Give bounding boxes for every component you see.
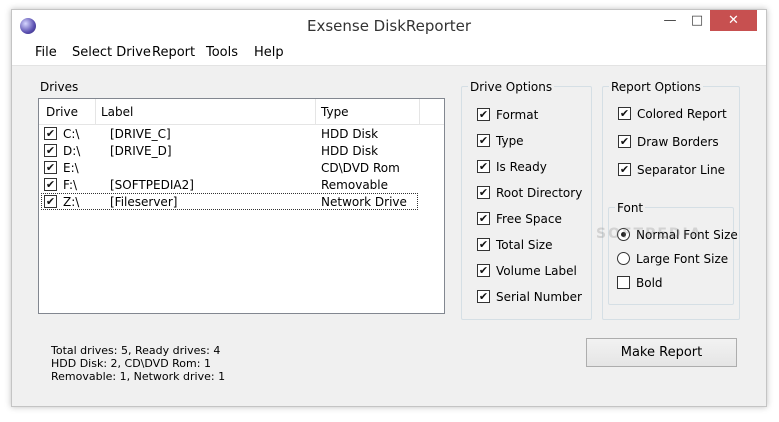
- column-header-type[interactable]: Type: [321, 105, 349, 119]
- checkbox[interactable]: ✔: [477, 212, 490, 225]
- option-label: Type: [496, 134, 524, 148]
- status-disk-counts: HDD Disk: 2, CD\DVD Rom: 1: [51, 357, 211, 370]
- option-label: Serial Number: [496, 290, 582, 304]
- checkbox[interactable]: ✔: [618, 135, 631, 148]
- radio-button[interactable]: [617, 252, 630, 265]
- checkbox[interactable]: ✔: [477, 238, 490, 251]
- option-label: Colored Report: [637, 107, 727, 121]
- status-total-drives: Total drives: 5, Ready drives: 4: [51, 344, 221, 357]
- font-group: Font Normal Font Size Large Font Size Bo…: [608, 201, 738, 305]
- drive-type: Removable: [321, 178, 389, 192]
- drive-type: HDD Disk: [321, 127, 379, 141]
- drive-row-e[interactable]: ✔ E:\ CD\DVD Rom: [39, 159, 444, 176]
- drive-type: CD\DVD Rom: [321, 161, 400, 175]
- drive-letter: E:\: [63, 161, 79, 175]
- title-bar[interactable]: Exsense DiskReporter — □ ✕: [12, 10, 766, 41]
- drive-options-group: Drive Options ✔ Format ✔ Type ✔ Is Ready…: [461, 80, 592, 320]
- drive-checkbox[interactable]: ✔: [44, 144, 57, 157]
- drive-label: [SOFTPEDIA2]: [110, 178, 194, 192]
- font-group-title: Font: [615, 201, 646, 215]
- menu-select-drive[interactable]: Select Drive: [72, 45, 151, 60]
- drive-label: [DRIVE_C]: [110, 127, 171, 141]
- drive-checkbox[interactable]: ✔: [44, 195, 57, 208]
- menu-report[interactable]: Report: [152, 45, 195, 60]
- option-label: Format: [496, 108, 539, 122]
- checkbox[interactable]: ✔: [477, 108, 490, 121]
- menu-file[interactable]: File: [35, 45, 57, 60]
- drive-type: HDD Disk: [321, 144, 379, 158]
- drive-checkbox[interactable]: ✔: [44, 178, 57, 191]
- option-label: Is Ready: [496, 160, 547, 174]
- option-label: Draw Borders: [637, 135, 719, 149]
- drive-letter: F:\: [63, 178, 78, 192]
- menu-tools[interactable]: Tools: [206, 45, 238, 60]
- drive-label: [DRIVE_D]: [110, 144, 172, 158]
- column-header-drive[interactable]: Drive: [46, 105, 78, 119]
- drives-group-title: Drives: [38, 80, 81, 94]
- drive-letter: D:\: [63, 144, 81, 158]
- option-label: Bold: [636, 276, 663, 290]
- menu-help[interactable]: Help: [254, 45, 284, 60]
- drives-list[interactable]: Drive Label Type ✔ C:\ [DRIVE_C] HDD Dis…: [38, 98, 445, 314]
- checkbox[interactable]: ✔: [618, 107, 631, 120]
- checkbox[interactable]: ✔: [477, 160, 490, 173]
- make-report-button[interactable]: Make Report: [586, 338, 737, 367]
- drive-letter: Z:\: [63, 195, 80, 209]
- minimize-button[interactable]: —: [656, 10, 684, 31]
- column-header-label[interactable]: Label: [101, 105, 133, 119]
- drive-row-d[interactable]: ✔ D:\ [DRIVE_D] HDD Disk: [39, 142, 444, 159]
- option-label: Large Font Size: [636, 252, 729, 266]
- option-label: Free Space: [496, 212, 562, 226]
- checkbox[interactable]: [617, 276, 630, 289]
- report-options-group: Report Options ✔ Colored Report ✔ Draw B…: [602, 80, 740, 320]
- column-separator[interactable]: [315, 99, 316, 124]
- option-label: Separator Line: [637, 163, 726, 177]
- close-button[interactable]: ✕: [710, 10, 757, 31]
- drive-type: Network Drive: [321, 195, 407, 209]
- drive-checkbox[interactable]: ✔: [44, 127, 57, 140]
- window-title: Exsense DiskReporter: [306, 17, 472, 35]
- option-label: Root Directory: [496, 186, 583, 200]
- checkbox[interactable]: ✔: [477, 134, 490, 147]
- checkbox[interactable]: ✔: [477, 264, 490, 277]
- menu-bar: File Select Drive Report Tools Help: [12, 41, 766, 66]
- drive-options-title: Drive Options: [468, 80, 555, 94]
- maximize-button[interactable]: □: [684, 10, 710, 31]
- drive-row-c[interactable]: ✔ C:\ [DRIVE_C] HDD Disk: [39, 125, 444, 142]
- checkbox[interactable]: ✔: [477, 186, 490, 199]
- drive-label: [Fileserver]: [110, 195, 178, 209]
- report-options-title: Report Options: [609, 80, 703, 94]
- drive-row-z[interactable]: ✔ Z:\ [Fileserver] Network Drive: [41, 193, 418, 210]
- status-removable-network: Removable: 1, Network drive: 1: [51, 370, 226, 383]
- checkbox[interactable]: ✔: [477, 290, 490, 303]
- drive-checkbox[interactable]: ✔: [44, 161, 57, 174]
- drive-row-f[interactable]: ✔ F:\ [SOFTPEDIA2] Removable: [39, 176, 444, 193]
- drives-list-header: Drive Label Type: [39, 99, 444, 125]
- checkbox[interactable]: ✔: [618, 163, 631, 176]
- softpedia-watermark: SOFTPEDIA: [596, 226, 703, 242]
- option-label: Volume Label: [496, 264, 577, 278]
- drive-letter: C:\: [63, 127, 80, 141]
- column-separator[interactable]: [419, 99, 420, 124]
- option-label: Total Size: [496, 238, 553, 252]
- column-separator[interactable]: [95, 99, 96, 124]
